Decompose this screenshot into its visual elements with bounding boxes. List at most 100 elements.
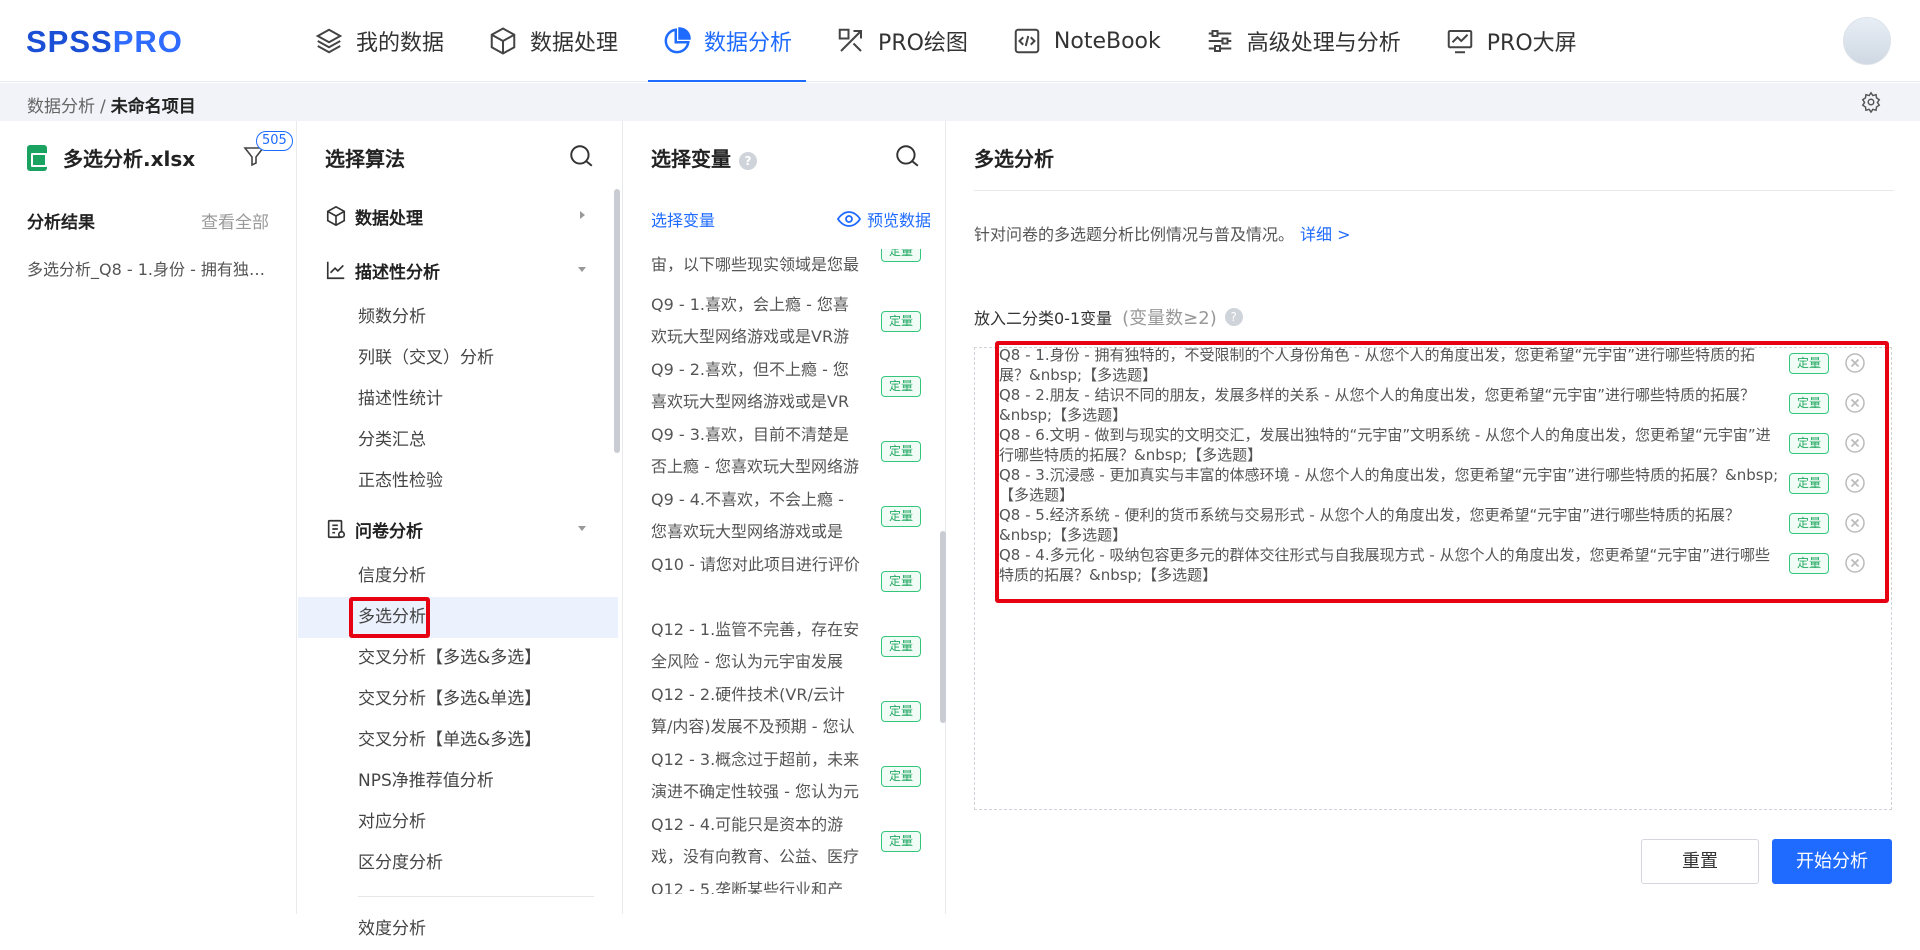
quantitative-tag: 定量 [1789,393,1829,414]
algo-crosstab-analysis[interactable]: 列联（交叉）分析 [298,338,618,379]
list-item[interactable]: Q9 - 1.喜欢，会上瘾 - 您喜欢玩大型网络游戏或是VR游戏吗定量 [651,289,921,354]
algo-cross-multi-multi[interactable]: 交叉分析【多选&多选】 [298,638,618,679]
algorithm-panel-title: 选择算法 [325,147,405,171]
view-all-link[interactable]: 查看全部 [201,208,269,233]
chevron-right-icon [580,211,585,219]
quantitative-tag: 定量 [881,636,921,657]
scrollbar[interactable] [940,531,946,723]
analysis-description: 针对问卷的多选题分析比例情况与普及情况。 详细 > [974,225,1351,244]
nav-pro-drawing[interactable]: PRO绘图 [822,0,982,82]
category-data-processing[interactable]: 数据处理 [298,189,618,243]
list-item[interactable]: Q12 - 1.监管不完善，存在安全风险 - 您认为元宇宙发展 定量 [651,614,921,679]
algo-cross-single-multi[interactable]: 交叉分析【单选&多选】 [298,720,618,761]
list-item[interactable]: Q9 - 3.喜欢，目前不清楚是否上瘾 - 您喜欢玩大型网络游戏定量 [651,419,921,484]
algo-validity-analysis[interactable]: 效度分析 [298,909,618,950]
remove-icon[interactable] [1845,553,1865,573]
nav-pro-dashboard[interactable]: PRO大屏 [1431,0,1591,82]
quantitative-tag: 定量 [1789,473,1829,494]
list-item[interactable]: Q9 - 2.喜欢，但不上瘾 - 您喜欢玩大型网络游戏或是VR游戏吗定量 [651,354,921,419]
variable-panel-title: 选择变量? [651,143,757,172]
list-item[interactable]: Q12 - 3.概念过于超前，未来演进不确定性较强 - 您认为元宇宙定量 [651,744,921,809]
quantitative-tag: 定量 [881,831,921,852]
file-panel: 多选分析.xlsx 505 分析结果 查看全部 多选分析_Q8 - 1.身份 -… [0,121,297,914]
algo-cross-multi-single[interactable]: 交叉分析【多选&单选】 [298,679,618,720]
detail-link[interactable]: 详细 > [1300,225,1351,244]
app-logo[interactable]: SPSSPRO [26,24,183,60]
gear-icon[interactable] [1860,91,1882,113]
quantitative-tag: 定量 [881,311,921,332]
list-item[interactable]: Q9 - 4.不喜欢，不会上瘾 - 您喜欢玩大型网络游戏或是VR游戏吗定量 [651,484,921,549]
quantitative-tag: 定量 [1789,553,1829,574]
quantitative-tag: 定量 [1789,353,1829,374]
algo-nps-analysis[interactable]: NPS净推荐值分析 [298,761,618,802]
breadcrumb-bar: 数据分析 / 未命名项目 [0,83,1920,121]
nav-my-data[interactable]: 我的数据 [300,0,458,82]
algo-discrimination-analysis[interactable]: 区分度分析 [298,843,618,884]
list-item[interactable]: Q12 - 5.垄断某些行业和产定量 [651,874,921,894]
avatar[interactable] [1843,17,1891,65]
divider [358,896,594,897]
code-icon [1014,28,1040,54]
nav-data-processing[interactable]: 数据处理 [474,0,632,82]
algo-descriptive-stats[interactable]: 描述性统计 [298,379,618,420]
remove-icon[interactable] [1845,353,1865,373]
algorithm-panel: 选择算法 数据处理 描述性分析 频数分析 列联（交叉）分析 描述性统计 分类汇总… [298,121,623,939]
divider [974,190,1894,191]
result-item[interactable]: 多选分析_Q8 - 1.身份 - 拥有独特的，不受限制的个人身份角色 [27,256,267,280]
category-questionnaire-analysis[interactable]: 问卷分析 [298,502,618,556]
layers-icon [315,28,343,54]
nav-notebook[interactable]: NoteBook [998,0,1175,82]
list-item[interactable]: Q12 - 2.硬件技术(VR/云计算/内容)发展不及预期 - 您认为定量 [651,679,921,744]
quantitative-tag: 定量 [881,766,921,787]
drop-zone-hint: (变量数≥2) [1122,308,1217,329]
category-descriptive-analysis[interactable]: 描述性分析 [298,243,618,297]
tab-select-variables[interactable]: 选择变量 [651,211,715,230]
list-item[interactable]: Q12 - 4.可能只是资本的游戏，没有向教育、公益、医疗 定量 [651,809,921,874]
variable-count-badge: 505 [256,131,293,151]
algo-correspondence-analysis[interactable]: 对应分析 [298,802,618,843]
sliders-icon [1208,30,1232,52]
file-header[interactable]: 多选分析.xlsx [27,143,195,172]
algo-reliability-analysis[interactable]: 信度分析 [298,556,618,597]
nav-data-analysis[interactable]: 数据分析 [648,0,807,82]
eye-icon [836,211,861,227]
variable-list: 宙，以下哪些现实领域是您最期待定量 Q9 - 1.喜欢，会上瘾 - 您喜欢玩大型… [651,249,921,894]
variable-tabs: 选择变量 预览数据 [651,207,931,231]
algo-normality-test[interactable]: 正态性检验 [298,461,618,502]
quantitative-tag: 定量 [881,506,921,527]
line-chart-icon [326,261,345,280]
results-title: 分析结果 [27,213,95,233]
help-icon[interactable]: ? [739,151,757,170]
quantitative-tag: 定量 [881,249,921,262]
algorithm-tree: 数据处理 描述性分析 频数分析 列联（交叉）分析 描述性统计 分类汇总 正态性检… [298,189,618,950]
algo-multiple-choice-analysis[interactable]: 多选分析 [298,597,618,638]
scrollbar[interactable] [614,189,620,453]
drop-zone-label: 放入二分类0-1变量 (变量数≥2) ? [974,304,1243,330]
dashboard-icon [1447,30,1473,54]
search-icon[interactable] [894,143,920,169]
remove-icon[interactable] [1845,513,1865,533]
breadcrumb: 数据分析 / 未命名项目 [27,97,196,117]
quantitative-tag: 定量 [881,571,921,592]
quantitative-tag: 定量 [881,441,921,462]
pie-chart-icon [664,27,691,54]
main-nav: 我的数据 数据处理 数据分析 PRO绘图 NoteBook 高级处理与分析 PR… [300,0,1607,82]
preview-data-button[interactable]: 预览数据 [836,207,931,231]
remove-icon[interactable] [1845,393,1865,413]
algo-frequency-analysis[interactable]: 频数分析 [298,297,618,338]
search-icon[interactable] [568,143,594,169]
breadcrumb-root[interactable]: 数据分析 [27,97,95,117]
algo-group-summary[interactable]: 分类汇总 [298,420,618,461]
nav-advanced-analysis[interactable]: 高级处理与分析 [1191,0,1415,82]
list-item[interactable]: 宙，以下哪些现实领域是您最期待定量 [651,249,921,289]
analysis-title: 多选分析 [974,147,1054,171]
remove-icon[interactable] [1845,473,1865,493]
list-item[interactable]: Q10 - 请您对此项目进行评价 定量 [651,549,921,614]
top-navigation-bar: SPSSPRO 我的数据 数据处理 数据分析 PRO绘图 NoteBook 高级… [0,0,1920,82]
quantitative-tag: 定量 [1789,433,1829,454]
start-analysis-button[interactable]: 开始分析 [1772,839,1892,884]
chevron-down-icon [578,526,586,531]
reset-button[interactable]: 重置 [1641,839,1759,884]
remove-icon[interactable] [1845,433,1865,453]
help-icon[interactable]: ? [1224,308,1243,326]
